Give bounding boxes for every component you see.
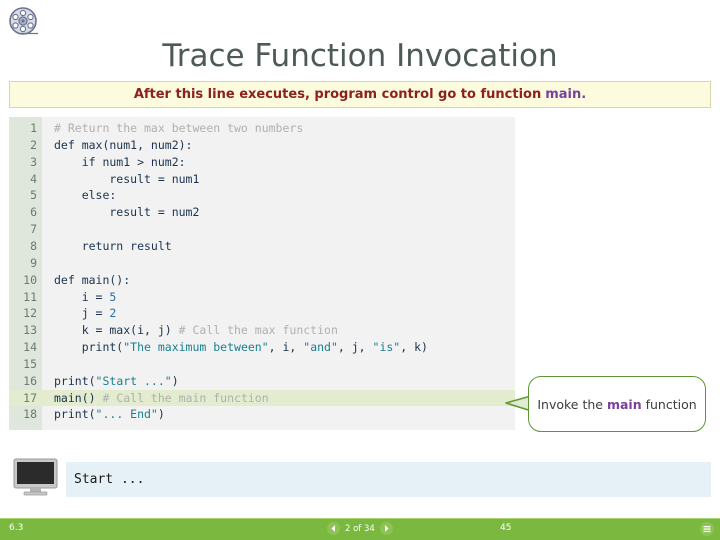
callout-text2: function bbox=[641, 396, 697, 412]
code-text: if num1 > num2: bbox=[54, 154, 186, 169]
footer-navigation: 2 of 34 bbox=[327, 522, 393, 535]
code-string: "and" bbox=[303, 340, 338, 355]
code-line[interactable]: if num1 > num2: bbox=[54, 154, 186, 171]
code-line[interactable]: print("Start ...") bbox=[54, 373, 179, 390]
code-text: j = bbox=[54, 306, 110, 321]
code-text: print( bbox=[54, 373, 96, 388]
monitor-icon bbox=[13, 458, 58, 496]
code-text: ) bbox=[171, 373, 179, 388]
line-number: 11 bbox=[23, 289, 37, 304]
code-string: "... End" bbox=[95, 407, 158, 422]
code-line[interactable]: else: bbox=[54, 187, 117, 204]
code-line[interactable]: print("The maximum between", i, "and", j… bbox=[54, 339, 428, 356]
footer-bar: 6.3 2 of 34 45 bbox=[0, 518, 720, 540]
code-comment: # Call the max function bbox=[178, 323, 338, 338]
code-string: "Start ..." bbox=[95, 373, 172, 388]
next-slide-button[interactable] bbox=[379, 522, 393, 535]
code-text: result = num1 bbox=[54, 171, 200, 186]
code-text: , i, bbox=[268, 340, 304, 355]
info-banner: After this line executes, program contro… bbox=[9, 81, 711, 108]
line-number: 2 bbox=[30, 137, 37, 152]
code-text: k = max(i, j) bbox=[54, 323, 179, 338]
code-string: "The maximum between" bbox=[123, 340, 269, 355]
banner-text: After this line executes, program contro… bbox=[133, 87, 542, 102]
previous-slide-button[interactable] bbox=[327, 522, 340, 535]
line-number: 8 bbox=[30, 238, 37, 253]
code-text: , k) bbox=[400, 340, 428, 355]
code-string: "is" bbox=[372, 340, 401, 355]
line-number: 15 bbox=[23, 356, 37, 371]
line-number: 3 bbox=[30, 154, 37, 169]
console-output: Start ... bbox=[66, 462, 711, 497]
code-text: print( bbox=[54, 407, 96, 422]
code-text: ) bbox=[157, 407, 165, 422]
code-text: def main(): bbox=[54, 272, 131, 287]
callout-text: Invoke the bbox=[537, 396, 607, 412]
code-text: print( bbox=[54, 340, 124, 355]
code-comment: # Return the max between two numbers bbox=[54, 121, 304, 135]
footer-section-label: 6.3 bbox=[9, 523, 24, 533]
code-comment: # Call the main function bbox=[102, 390, 269, 405]
code-line[interactable]: print("... End") bbox=[54, 406, 165, 423]
code-text: return result bbox=[54, 238, 172, 253]
page-counter: 2 of 34 bbox=[345, 523, 375, 534]
line-number: 9 bbox=[30, 255, 37, 270]
line-number: 18 bbox=[23, 407, 37, 422]
code-text: i = bbox=[54, 289, 110, 304]
code-text: result = num2 bbox=[54, 205, 200, 220]
line-number: 5 bbox=[30, 188, 37, 203]
code-line[interactable]: return result bbox=[54, 238, 172, 255]
line-number: 14 bbox=[23, 340, 37, 355]
page-number-label: 45 bbox=[500, 523, 512, 533]
code-text: else: bbox=[54, 188, 117, 203]
line-number: 12 bbox=[23, 306, 37, 321]
line-number: 17 bbox=[23, 390, 37, 405]
code-line[interactable]: j = 2 bbox=[54, 305, 117, 322]
code-line[interactable]: k = max(i, j) # Call the max function bbox=[54, 322, 338, 339]
line-number: 10 bbox=[23, 272, 37, 287]
code-line[interactable]: result = num1 bbox=[54, 171, 199, 188]
menu-button[interactable] bbox=[700, 522, 714, 536]
code-text: def max(num1, num2): bbox=[54, 137, 193, 152]
code-number: 2 bbox=[109, 306, 117, 321]
code-number: 5 bbox=[109, 289, 117, 304]
callout-accent: main bbox=[606, 396, 642, 412]
code-text: main() bbox=[54, 390, 103, 405]
code-line[interactable]: # Return the max between two numbers bbox=[54, 120, 303, 137]
line-number: 7 bbox=[30, 222, 37, 237]
code-line[interactable]: def main(): bbox=[54, 272, 130, 289]
line-number: 4 bbox=[30, 171, 37, 186]
code-line[interactable]: def max(num1, num2): bbox=[54, 137, 192, 154]
line-number: 16 bbox=[23, 373, 37, 388]
page-title: Trace Function Invocation bbox=[162, 38, 558, 74]
line-number: 13 bbox=[23, 323, 37, 338]
code-line[interactable]: result = num2 bbox=[54, 204, 199, 221]
code-line[interactable]: i = 5 bbox=[54, 289, 117, 306]
banner-accent: main. bbox=[545, 87, 587, 102]
code-editor-panel[interactable]: 1 # Return the max between two numbers 2 de… bbox=[9, 117, 515, 430]
code-line[interactable]: main() # Call the main function bbox=[54, 390, 269, 407]
code-text: , j, bbox=[337, 340, 373, 355]
line-number: 1 bbox=[30, 121, 37, 135]
film-reel-icon bbox=[7, 6, 39, 38]
callout-box: Invoke the main function bbox=[528, 376, 706, 432]
line-number: 6 bbox=[30, 205, 37, 220]
